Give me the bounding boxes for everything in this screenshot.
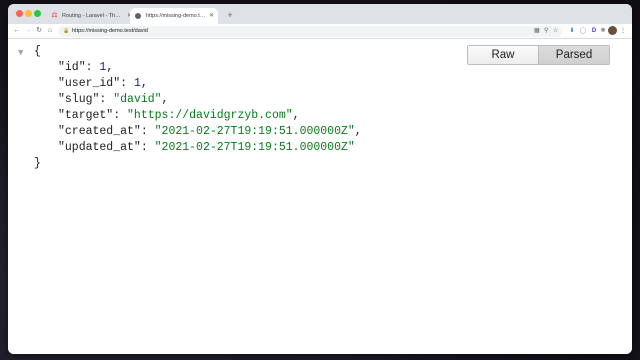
json-colon: : — [99, 93, 114, 106]
json-entry: "user_id": 1, — [18, 76, 362, 92]
json-colon: : — [120, 77, 134, 90]
laravel-icon: ⚖ — [51, 12, 58, 19]
json-entry: "id": 1, — [18, 60, 362, 76]
browser-window: ⚖ Routing - Laravel - The PHP F ✕ https:… — [8, 4, 632, 354]
back-arrow-icon[interactable]: ← — [12, 26, 22, 36]
close-window-button[interactable] — [16, 10, 23, 17]
json-value: "david" — [113, 93, 162, 106]
json-colon: : — [85, 61, 100, 74]
zoom-search-icon[interactable]: ⚲ — [544, 26, 548, 37]
menu-kebab-icon[interactable]: ⋮ — [619, 27, 627, 35]
globe-icon — [135, 13, 141, 19]
url-text[interactable]: https://missing-demo.test/david — [72, 26, 148, 37]
profile-avatar[interactable] — [608, 26, 617, 35]
json-open-brace: { — [34, 45, 41, 58]
maximize-window-button[interactable] — [34, 10, 41, 17]
json-close-brace: } — [34, 157, 41, 170]
raw-button[interactable]: Raw — [468, 46, 539, 64]
tab-title: Routing - Laravel - The PHP F — [62, 13, 122, 19]
view-mode-toggle: Raw Parsed — [467, 45, 610, 65]
json-viewer: ▼ { "id": 1, "user_id": 1, "slug": "david"… — [18, 44, 362, 172]
address-bar[interactable]: 🔒 https://missing-demo.test/david ▦ ⚲ ☆ — [58, 26, 562, 37]
json-key: "user_id" — [58, 77, 121, 90]
json-comma: , — [140, 77, 148, 90]
extension-circle-icon[interactable]: ◯ — [579, 27, 587, 35]
json-entry: "target": "https://davidgrzyb.com", — [18, 108, 362, 124]
browser-toolbar: ← → ↻ ⌂ 🔒 https://missing-demo.test/davi… — [8, 24, 632, 39]
json-colon: : — [140, 141, 155, 154]
qr-code-icon[interactable]: ▦ — [534, 26, 540, 37]
json-key: "id" — [58, 61, 86, 74]
new-tab-button[interactable]: + — [224, 8, 236, 22]
extensions-puzzle-icon[interactable]: ❋ — [599, 27, 607, 35]
lock-icon[interactable]: 🔒 — [63, 28, 69, 35]
home-icon[interactable]: ⌂ — [45, 26, 55, 36]
reload-icon[interactable]: ↻ — [34, 26, 44, 36]
json-colon: : — [140, 125, 155, 138]
json-entry: "updated_at": "2021-02-27T19:19:51.00000… — [18, 140, 362, 156]
parsed-button[interactable]: Parsed — [539, 46, 609, 64]
bookmark-star-icon[interactable]: ☆ — [553, 26, 558, 37]
forward-arrow-icon[interactable]: → — [23, 26, 33, 36]
page-content: ▼ { "id": 1, "user_id": 1, "slug": "david"… — [8, 40, 632, 354]
json-comma: , — [354, 125, 362, 138]
json-comma: , — [106, 61, 114, 74]
json-value: 1 — [133, 77, 141, 90]
json-comma: , — [161, 93, 169, 106]
extension-download-icon[interactable]: ⬇ — [568, 27, 576, 35]
extension-d-icon[interactable]: D — [590, 27, 598, 35]
json-entry: "slug": "david", — [18, 92, 362, 108]
tab-strip: ⚖ Routing - Laravel - The PHP F ✕ https:… — [8, 4, 632, 24]
json-key: "slug" — [58, 93, 100, 106]
json-value: "2021-02-27T19:19:51.000000Z" — [154, 141, 355, 154]
json-key: "updated_at" — [58, 141, 141, 154]
json-key: "created_at" — [58, 125, 141, 138]
collapse-toggle-icon[interactable]: ▼ — [18, 45, 23, 61]
minimize-window-button[interactable] — [25, 10, 32, 17]
json-comma: , — [292, 109, 300, 122]
json-value: "https://davidgrzyb.com" — [127, 109, 293, 122]
tab-routing-laravel[interactable]: ⚖ Routing - Laravel - The PHP F ✕ — [46, 8, 136, 24]
json-key: "target" — [58, 109, 114, 122]
json-entry: "created_at": "2021-02-27T19:19:51.00000… — [18, 124, 362, 140]
tab-missing-demo[interactable]: https://missing-demo.test/da ✕ — [130, 8, 218, 24]
json-colon: : — [113, 109, 128, 122]
tab-title: https://missing-demo.test/da — [146, 13, 206, 19]
close-icon[interactable]: ✕ — [209, 8, 214, 24]
json-value: "2021-02-27T19:19:51.000000Z" — [154, 125, 355, 138]
